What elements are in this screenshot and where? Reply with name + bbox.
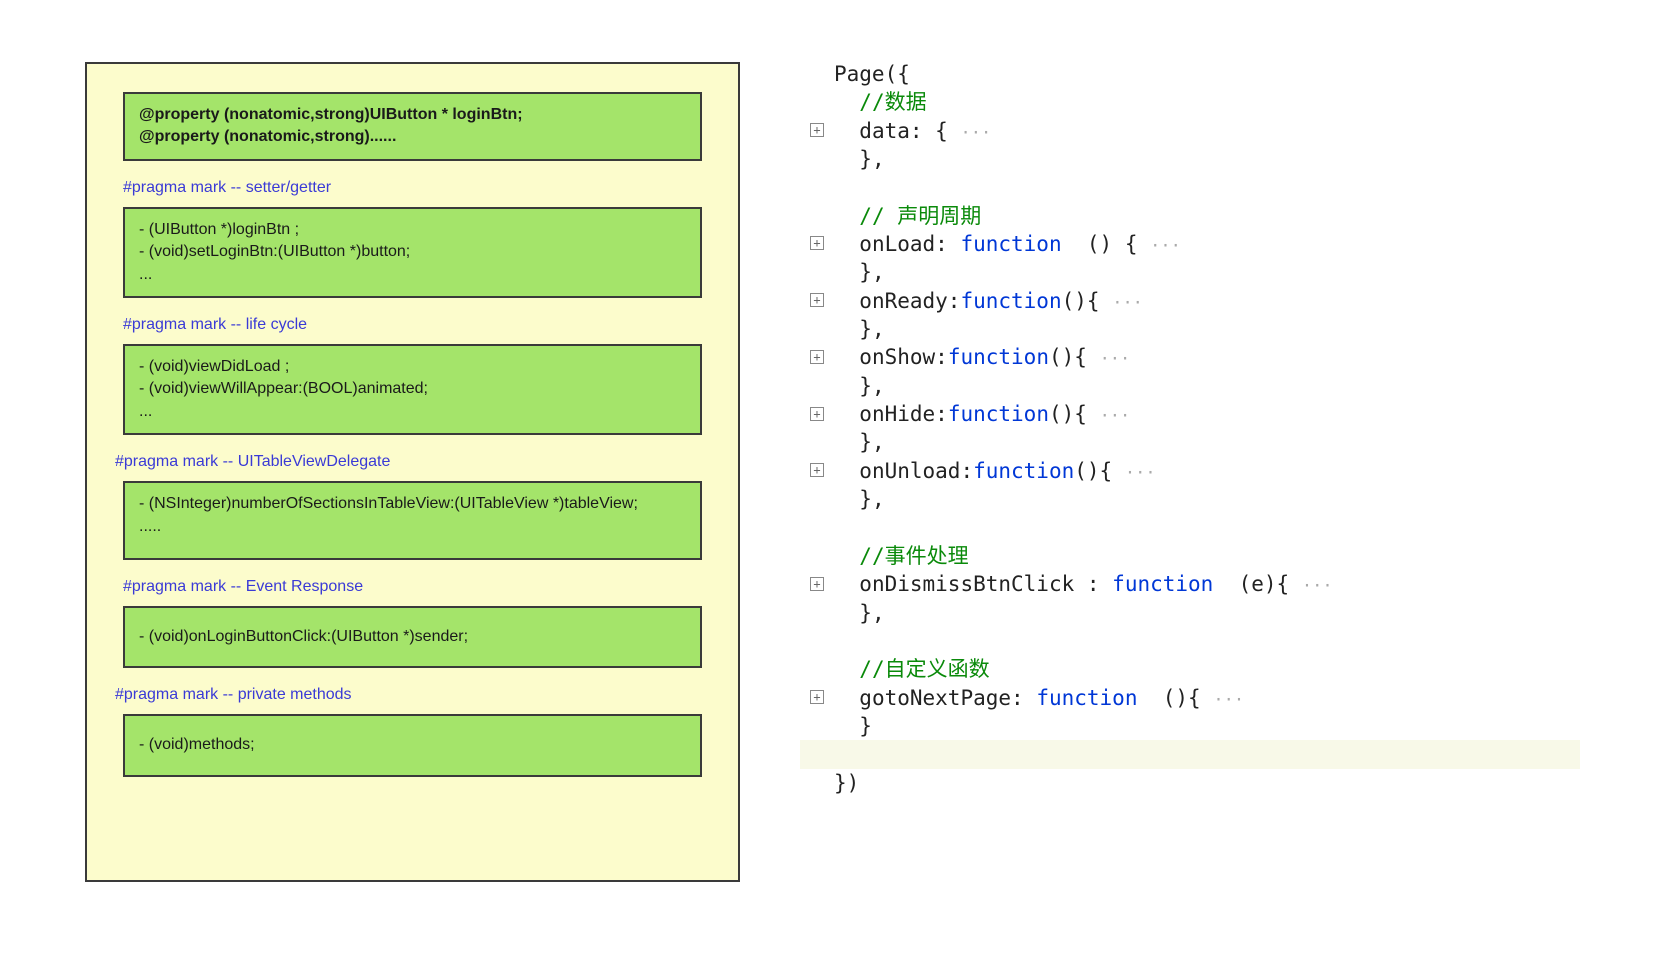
pragma-private-methods: #pragma mark -- private methods [115,686,702,704]
pragma-setter-getter: #pragma mark -- setter/getter [123,179,702,197]
code-line: - (void)methods; [139,734,686,756]
code-line: + onReady:function(){ ··· [800,287,1580,315]
code-line: }, [800,145,1580,173]
pragma-event-response: #pragma mark -- Event Response [123,578,702,596]
code-line: //自定义函数 [800,655,1580,683]
expand-icon[interactable]: + [810,236,824,250]
js-code-panel: Page({ //数据 + data: { ··· }, // 声明周期 + o… [800,60,1580,797]
expand-icon[interactable]: + [810,690,824,704]
life-cycle-box: - (void)viewDidLoad ; - (void)viewWillAp… [123,344,702,435]
code-line [800,627,1580,655]
expand-icon[interactable]: + [810,463,824,477]
code-line: }, [800,258,1580,286]
code-line [800,514,1580,542]
code-line: //事件处理 [800,542,1580,570]
code-line: } [800,712,1580,740]
code-line: }) [800,769,1580,797]
code-line: - (NSInteger)numberOfSectionsInTableView… [139,493,686,515]
code-line: + data: { ··· [800,117,1580,145]
code-line: + gotoNextPage: function (){ ··· [800,684,1580,712]
pragma-tableview-delegate: #pragma mark -- UITableViewDelegate [115,453,702,471]
objc-code-panel: @property (nonatomic,strong)UIButton * l… [85,62,740,882]
code-line: Page({ [800,60,1580,88]
expand-icon[interactable]: + [810,577,824,591]
code-line: + onShow:function(){ ··· [800,343,1580,371]
expand-icon[interactable]: + [810,407,824,421]
code-line: @property (nonatomic,strong)UIButton * l… [139,104,686,126]
cursor-line [800,740,1580,768]
code-line: @property (nonatomic,strong)...... [139,126,686,148]
code-line: }, [800,372,1580,400]
code-line: + onLoad: function () { ··· [800,230,1580,258]
code-line: ... [139,401,686,423]
code-line: - (UIButton *)loginBtn ; [139,219,686,241]
code-line: + onUnload:function(){ ··· [800,457,1580,485]
code-line: ..... [139,516,686,538]
code-line: //数据 [800,88,1580,116]
code-line: - (void)viewWillAppear:(BOOL)animated; [139,378,686,400]
expand-icon[interactable]: + [810,350,824,364]
code-line: + onHide:function(){ ··· [800,400,1580,428]
pragma-life-cycle: #pragma mark -- life cycle [123,316,702,334]
code-line: }, [800,599,1580,627]
tableview-delegate-box: - (NSInteger)numberOfSectionsInTableView… [123,481,702,560]
code-line: ... [139,264,686,286]
expand-icon[interactable]: + [810,293,824,307]
code-line [800,173,1580,201]
code-line: }, [800,428,1580,456]
code-line: - (void)setLoginBtn:(UIButton *)button; [139,241,686,263]
code-line: + onDismissBtnClick : function (e){ ··· [800,570,1580,598]
code-line: - (void)onLoginButtonClick:(UIButton *)s… [139,626,686,648]
code-line: }, [800,315,1580,343]
expand-icon[interactable]: + [810,123,824,137]
property-box: @property (nonatomic,strong)UIButton * l… [123,92,702,161]
event-response-box: - (void)onLoginButtonClick:(UIButton *)s… [123,606,702,668]
private-methods-box: - (void)methods; [123,714,702,776]
code-line: // 声明周期 [800,202,1580,230]
code-line: }, [800,485,1580,513]
setter-getter-box: - (UIButton *)loginBtn ; - (void)setLogi… [123,207,702,298]
code-line: - (void)viewDidLoad ; [139,356,686,378]
